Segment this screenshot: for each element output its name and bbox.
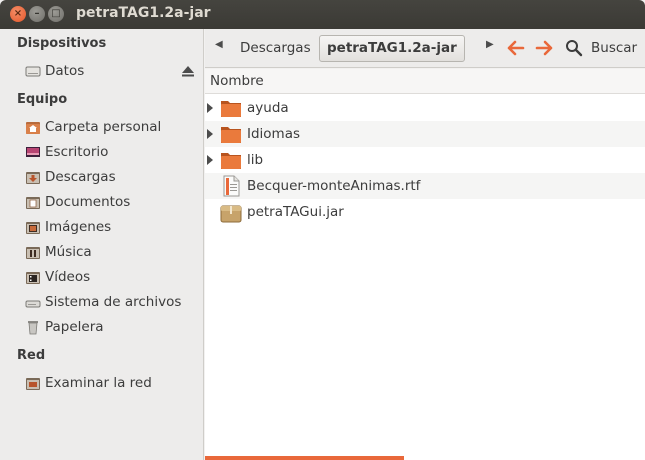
expand-arrow-icon[interactable] [207, 103, 213, 113]
expand-arrow-icon[interactable] [207, 155, 213, 165]
section-header-devices: Dispositivos [17, 36, 107, 51]
column-header-name[interactable]: Nombre [205, 69, 645, 94]
file-row[interactable]: ayuda [205, 95, 645, 121]
sidebar-item-trash[interactable]: Papelera [25, 316, 203, 338]
sidebar-item-music[interactable]: Música [25, 241, 203, 263]
forward-arrow-icon [535, 40, 553, 56]
back-button[interactable] [504, 37, 526, 59]
eject-icon[interactable] [181, 64, 195, 78]
maximize-window-button[interactable]: □ [48, 6, 64, 22]
home-folder-icon [25, 119, 41, 135]
music-folder-icon [25, 244, 41, 260]
search-icon[interactable] [565, 39, 583, 57]
documents-folder-icon [25, 194, 41, 210]
network-icon [25, 375, 41, 391]
sidebar-item-datos[interactable]: Datos [25, 60, 203, 82]
videos-folder-icon [25, 269, 41, 285]
sidebar-item-label: Sistema de archivos [45, 294, 182, 310]
sidebar-item-label: Papelera [45, 319, 104, 335]
sidebar-item-downloads[interactable]: Descargas [25, 166, 203, 188]
breadcrumb-current[interactable]: petraTAG1.2a-jar [319, 35, 465, 62]
pictures-folder-icon [25, 219, 41, 235]
sidebar-item-label: Descargas [45, 169, 116, 185]
trash-icon [25, 319, 41, 335]
sidebar-item-label: Carpeta personal [45, 119, 162, 135]
drive-icon [25, 63, 41, 79]
sidebar-item-label: Documentos [45, 194, 131, 210]
sidebar-item-documents[interactable]: Documentos [25, 191, 203, 213]
minimize-window-button[interactable]: – [29, 6, 45, 22]
file-name: lib [247, 152, 264, 168]
loading-progress-bar [205, 456, 404, 460]
sidebar-item-label: Datos [45, 63, 85, 79]
file-row[interactable]: lib [205, 147, 645, 173]
section-header-network: Red [17, 348, 46, 363]
sidebar-item-label: Imágenes [45, 219, 112, 235]
file-name: petraTAGui.jar [247, 204, 344, 220]
file-list-view: Nombre ayuda Idiomas lib Becquer-monteAn… [205, 69, 645, 460]
breadcrumb-descargas[interactable]: Descargas [240, 40, 311, 56]
sidebar-item-videos[interactable]: Vídeos [25, 266, 203, 288]
desktop-icon [25, 144, 41, 160]
breadcrumb-right-arrow-icon[interactable]: ▶ [486, 39, 494, 50]
document-icon [220, 175, 242, 197]
folder-icon [220, 149, 242, 171]
sidebar-item-home[interactable]: Carpeta personal [25, 116, 203, 138]
file-name: ayuda [247, 100, 289, 116]
sidebar-item-label: Música [45, 244, 92, 260]
breadcrumb-left-arrow-icon[interactable]: ◀ [215, 39, 223, 50]
forward-button[interactable] [534, 37, 556, 59]
archive-icon [220, 201, 242, 223]
filesystem-icon [25, 294, 41, 310]
file-row[interactable]: Becquer-monteAnimas.rtf [205, 173, 645, 199]
sidebar-item-filesystem[interactable]: Sistema de archivos [25, 291, 203, 313]
sidebar-item-label: Escritorio [45, 144, 109, 160]
folder-icon [220, 97, 242, 119]
window-title: petraTAG1.2a-jar [76, 5, 211, 21]
sidebar-item-network[interactable]: Examinar la red [25, 372, 203, 394]
file-name: Idiomas [247, 126, 301, 142]
section-header-computer: Equipo [17, 92, 68, 107]
downloads-folder-icon [25, 169, 41, 185]
search-button[interactable]: Buscar [591, 40, 637, 56]
folder-icon [220, 123, 242, 145]
sidebar-item-desktop[interactable]: Escritorio [25, 141, 203, 163]
sidebar-item-pictures[interactable]: Imágenes [25, 216, 203, 238]
back-arrow-icon [507, 40, 525, 56]
file-row[interactable]: petraTAGui.jar [205, 199, 645, 225]
sidebar: Dispositivos Datos Equipo Carpeta person… [0, 29, 204, 460]
title-bar: × – □ petraTAG1.2a-jar [0, 0, 645, 29]
expand-arrow-icon[interactable] [207, 129, 213, 139]
sidebar-item-label: Vídeos [45, 269, 91, 285]
close-window-button[interactable]: × [10, 6, 26, 22]
file-row[interactable]: Idiomas [205, 121, 645, 147]
toolbar: ◀ Descargas petraTAG1.2a-jar ▶ Buscar [205, 29, 645, 68]
file-name: Becquer-monteAnimas.rtf [247, 178, 421, 194]
sidebar-item-label: Examinar la red [45, 375, 152, 391]
